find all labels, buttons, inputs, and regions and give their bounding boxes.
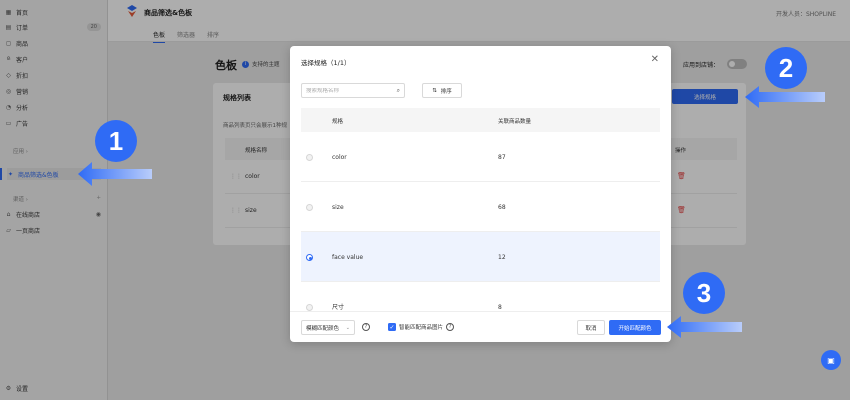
cancel-button[interactable]: 取消 xyxy=(577,320,605,335)
spec-search-box: ⌕ xyxy=(301,83,405,98)
start-match-button[interactable]: 开始匹配颜色 xyxy=(609,320,661,335)
product-count: 68 xyxy=(498,204,506,211)
search-icon[interactable]: ⌕ xyxy=(397,87,400,95)
smart-match-checkbox[interactable]: ✓ 智能匹配商品图片 ? xyxy=(388,323,455,331)
footer-divider xyxy=(290,311,671,312)
arrow-left-icon xyxy=(667,316,742,338)
spec-name: face value xyxy=(332,254,364,261)
table-row[interactable]: size 68 xyxy=(301,182,660,232)
product-count: 87 xyxy=(498,154,506,161)
spec-name: color xyxy=(332,154,347,161)
step-badge-3: 3 xyxy=(683,272,725,314)
select-spec-modal: 选择规格（1/1） ✕ ⌕ ⇅ 排序 规格 关联商品数量 color 87 si… xyxy=(290,46,671,342)
product-count: 8 xyxy=(498,304,502,311)
sort-button[interactable]: ⇅ 排序 xyxy=(422,83,462,98)
step-badge-2: 2 xyxy=(765,47,807,89)
table-row-selected[interactable]: face value 12 xyxy=(301,232,660,282)
match-mode-select[interactable]: 模糊匹配颜色 ⌄ xyxy=(301,320,355,335)
spec-radio[interactable] xyxy=(306,204,313,211)
sort-icon: ⇅ xyxy=(432,87,437,94)
chat-icon: ▣ xyxy=(827,355,835,365)
spec-radio-checked[interactable] xyxy=(306,254,313,261)
spec-name: size xyxy=(332,204,344,211)
help-icon[interactable]: ? xyxy=(362,323,370,331)
chat-button[interactable]: ▣ xyxy=(821,350,841,370)
spec-search-input[interactable] xyxy=(306,87,391,94)
spec-radio[interactable] xyxy=(306,154,313,161)
close-icon[interactable]: ✕ xyxy=(651,54,659,65)
arrow-left-icon xyxy=(78,162,152,186)
step-badge-1: 1 xyxy=(95,120,137,162)
spec-radio[interactable] xyxy=(306,304,313,311)
table-header: 规格 关联商品数量 xyxy=(301,108,660,132)
table-row[interactable]: color 87 xyxy=(301,132,660,182)
table-row[interactable]: 尺寸 8 xyxy=(301,282,660,311)
checkbox-checked-icon[interactable]: ✓ xyxy=(388,323,396,331)
product-count: 12 xyxy=(498,254,506,261)
spec-name: 尺寸 xyxy=(332,304,345,311)
modal-title: 选择规格（1/1） xyxy=(301,59,351,67)
help-icon[interactable]: ? xyxy=(446,323,455,331)
spec-select-table: 规格 关联商品数量 color 87 size 68 face value 12… xyxy=(301,108,660,311)
col-spec: 规格 xyxy=(332,119,344,125)
col-product-count: 关联商品数量 xyxy=(498,119,532,125)
arrow-left-icon xyxy=(745,86,825,108)
chevron-down-icon: ⌄ xyxy=(345,324,350,331)
